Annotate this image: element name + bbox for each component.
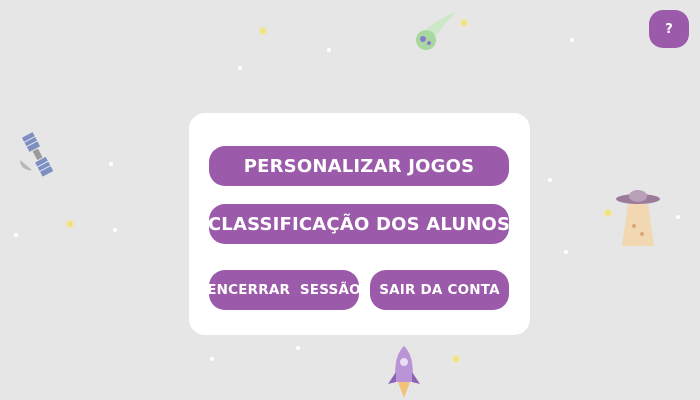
student-ranking-label: CLASSIFICAÇÃO DOS ALUNOS <box>207 213 511 235</box>
star-icon <box>453 356 459 362</box>
star-icon <box>570 38 574 42</box>
star-icon <box>260 28 266 34</box>
logout-button[interactable]: SAIR DA CONTA <box>370 270 509 310</box>
menu-card: PERSONALIZAR JOGOS CLASSIFICAÇÃO DOS ALU… <box>189 113 530 335</box>
help-button[interactable]: ? <box>649 10 689 48</box>
personalize-games-label: PERSONALIZAR JOGOS <box>243 155 475 177</box>
star-icon <box>676 215 680 219</box>
star-icon <box>238 66 242 70</box>
star-icon <box>327 48 331 52</box>
help-button-label: ? <box>665 21 673 37</box>
comet-icon <box>416 12 456 50</box>
personalize-games-button[interactable]: PERSONALIZAR JOGOS <box>209 146 509 186</box>
star-icon <box>14 233 18 237</box>
star-icon <box>564 250 568 254</box>
star-icon <box>113 228 117 232</box>
star-icon <box>210 357 214 361</box>
star-icon <box>109 162 113 166</box>
star-icon <box>605 210 611 216</box>
star-icon <box>67 221 73 227</box>
star-icon <box>296 346 300 350</box>
student-ranking-button[interactable]: CLASSIFICAÇÃO DOS ALUNOS <box>207 204 511 244</box>
star-icon <box>548 178 552 182</box>
end-session-label: ENCERRAR SESSÃO <box>207 282 361 298</box>
logout-label: SAIR DA CONTA <box>379 282 500 298</box>
star-icon <box>461 20 467 26</box>
ufo-icon <box>616 190 660 246</box>
satellite-icon <box>19 132 54 177</box>
end-session-button[interactable]: ENCERRAR SESSÃO <box>207 270 361 310</box>
rocket-icon <box>388 346 420 398</box>
